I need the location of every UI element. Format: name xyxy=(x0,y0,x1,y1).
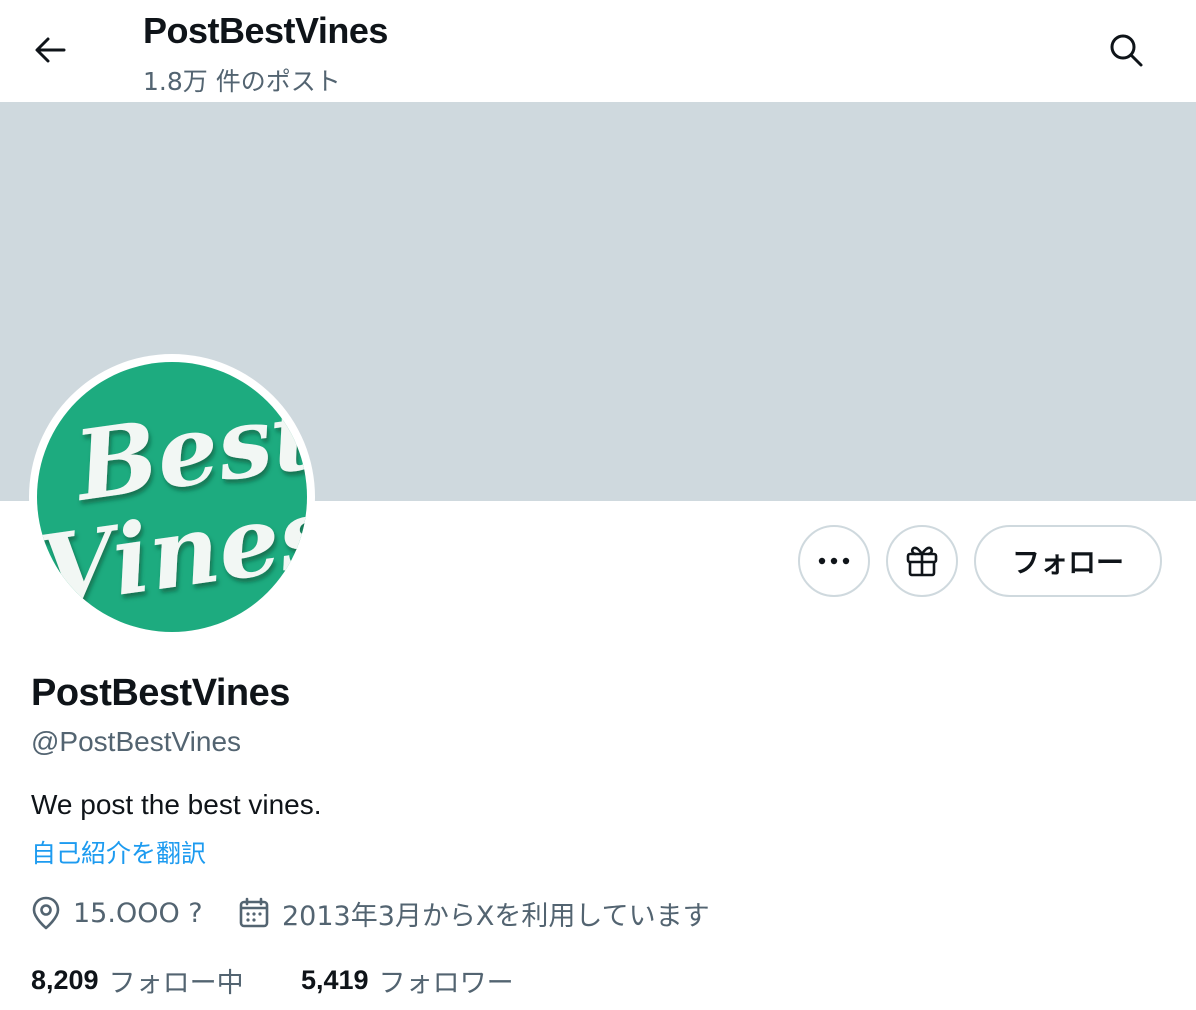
header-title: PostBestVines xyxy=(143,10,388,51)
joined-item: 2013年3月からXを利用しています xyxy=(238,893,710,933)
arrow-left-icon xyxy=(35,37,66,63)
top-bar: PostBestVines 1.8万 件のポスト xyxy=(0,0,1196,102)
followers-label: フォロワー xyxy=(378,967,514,999)
post-count: 1.8万 件のポスト xyxy=(143,67,341,96)
avatar[interactable]: Best Vines xyxy=(37,362,307,632)
bio-text: We post the best vines. xyxy=(31,789,322,820)
more-icon xyxy=(818,557,850,565)
following-count: 8,209 xyxy=(31,964,99,995)
display-name: PostBestVines xyxy=(31,672,290,714)
location-pin-icon xyxy=(32,896,60,930)
translate-bio-link[interactable]: 自己紹介を翻訳 xyxy=(31,834,206,870)
follow-button[interactable]: フォロー xyxy=(974,525,1162,597)
user-handle: @PostBestVines xyxy=(31,726,242,757)
search-button[interactable] xyxy=(1098,22,1154,78)
following-stat[interactable]: 8,209 フォロー中 xyxy=(31,960,244,1000)
followers-stat[interactable]: 5,419 フォロワー xyxy=(301,960,514,1000)
location-item: 15.OOO ? xyxy=(31,893,203,933)
calendar-icon xyxy=(239,897,269,928)
following-label: フォロー中 xyxy=(108,967,244,999)
followers-count: 5,419 xyxy=(301,964,369,995)
back-button[interactable] xyxy=(22,24,78,76)
more-button[interactable] xyxy=(798,525,870,597)
gift-button[interactable] xyxy=(886,525,958,597)
location-text: 15.OOO ? xyxy=(73,897,203,929)
search-icon xyxy=(1110,34,1143,67)
joined-text: 2013年3月からXを利用しています xyxy=(282,900,710,932)
best-vines-logo: Best Vines xyxy=(37,377,307,627)
gift-icon xyxy=(906,546,938,577)
